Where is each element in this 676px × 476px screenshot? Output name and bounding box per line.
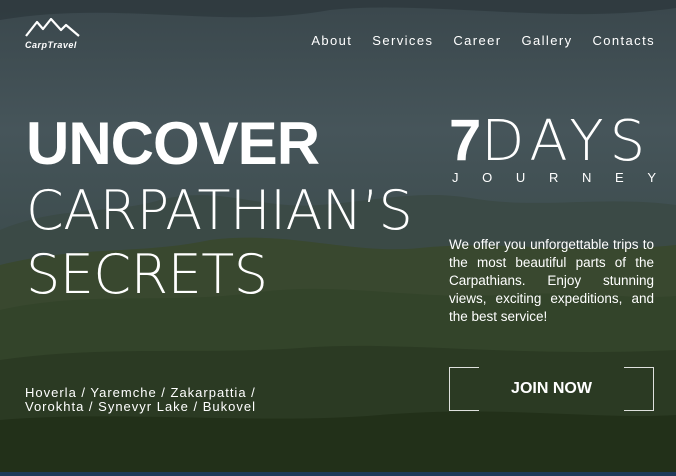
nav-link-contacts[interactable]: Contacts <box>592 33 655 48</box>
carptravel-logo[interactable]: CarpTravel <box>25 18 81 52</box>
nav-link-services[interactable]: Services <box>372 33 433 48</box>
hero-heading-line-1: UNCOVER <box>26 110 320 177</box>
journey-letter: N <box>581 170 592 185</box>
hero-heading-line-3: SECRETS <box>26 243 268 306</box>
journey-label: J O U R N E Y <box>452 170 656 185</box>
trip-duration: 7DAYS <box>449 112 654 170</box>
join-now-button[interactable]: JOIN NOW <box>449 367 654 411</box>
destinations-list: Hoverla / Yaremche / Zakarpattia / Vorok… <box>25 385 256 414</box>
hero-heading-line-2: CARPATHIAN’S <box>26 179 413 242</box>
journey-letter: R <box>548 170 559 185</box>
hero-heading: UNCOVER CARPATHIAN’S SECRETS <box>26 110 413 306</box>
main-navigation: About Services Career Gallery Contacts <box>311 33 655 48</box>
site-header: CarpTravel About Services Career Gallery… <box>0 0 676 80</box>
join-now-label: JOIN NOW <box>511 380 592 397</box>
nav-link-about[interactable]: About <box>311 33 352 48</box>
journey-letter: U <box>515 170 526 185</box>
logo-text: CarpTravel <box>25 40 77 50</box>
trip-duration-unit: DAYS <box>481 109 652 174</box>
trip-duration-number: 7 <box>449 108 482 173</box>
hero-description: We offer you unforgettable trips to the … <box>449 237 654 324</box>
nav-link-gallery[interactable]: Gallery <box>522 33 573 48</box>
mountain-logo-icon <box>25 18 80 37</box>
nav-link-career[interactable]: Career <box>453 33 501 48</box>
bottom-accent-bar <box>0 472 676 476</box>
journey-letter: E <box>615 170 624 185</box>
journey-letter: O <box>482 170 493 185</box>
journey-letter: Y <box>647 170 656 185</box>
journey-letter: J <box>452 170 459 185</box>
